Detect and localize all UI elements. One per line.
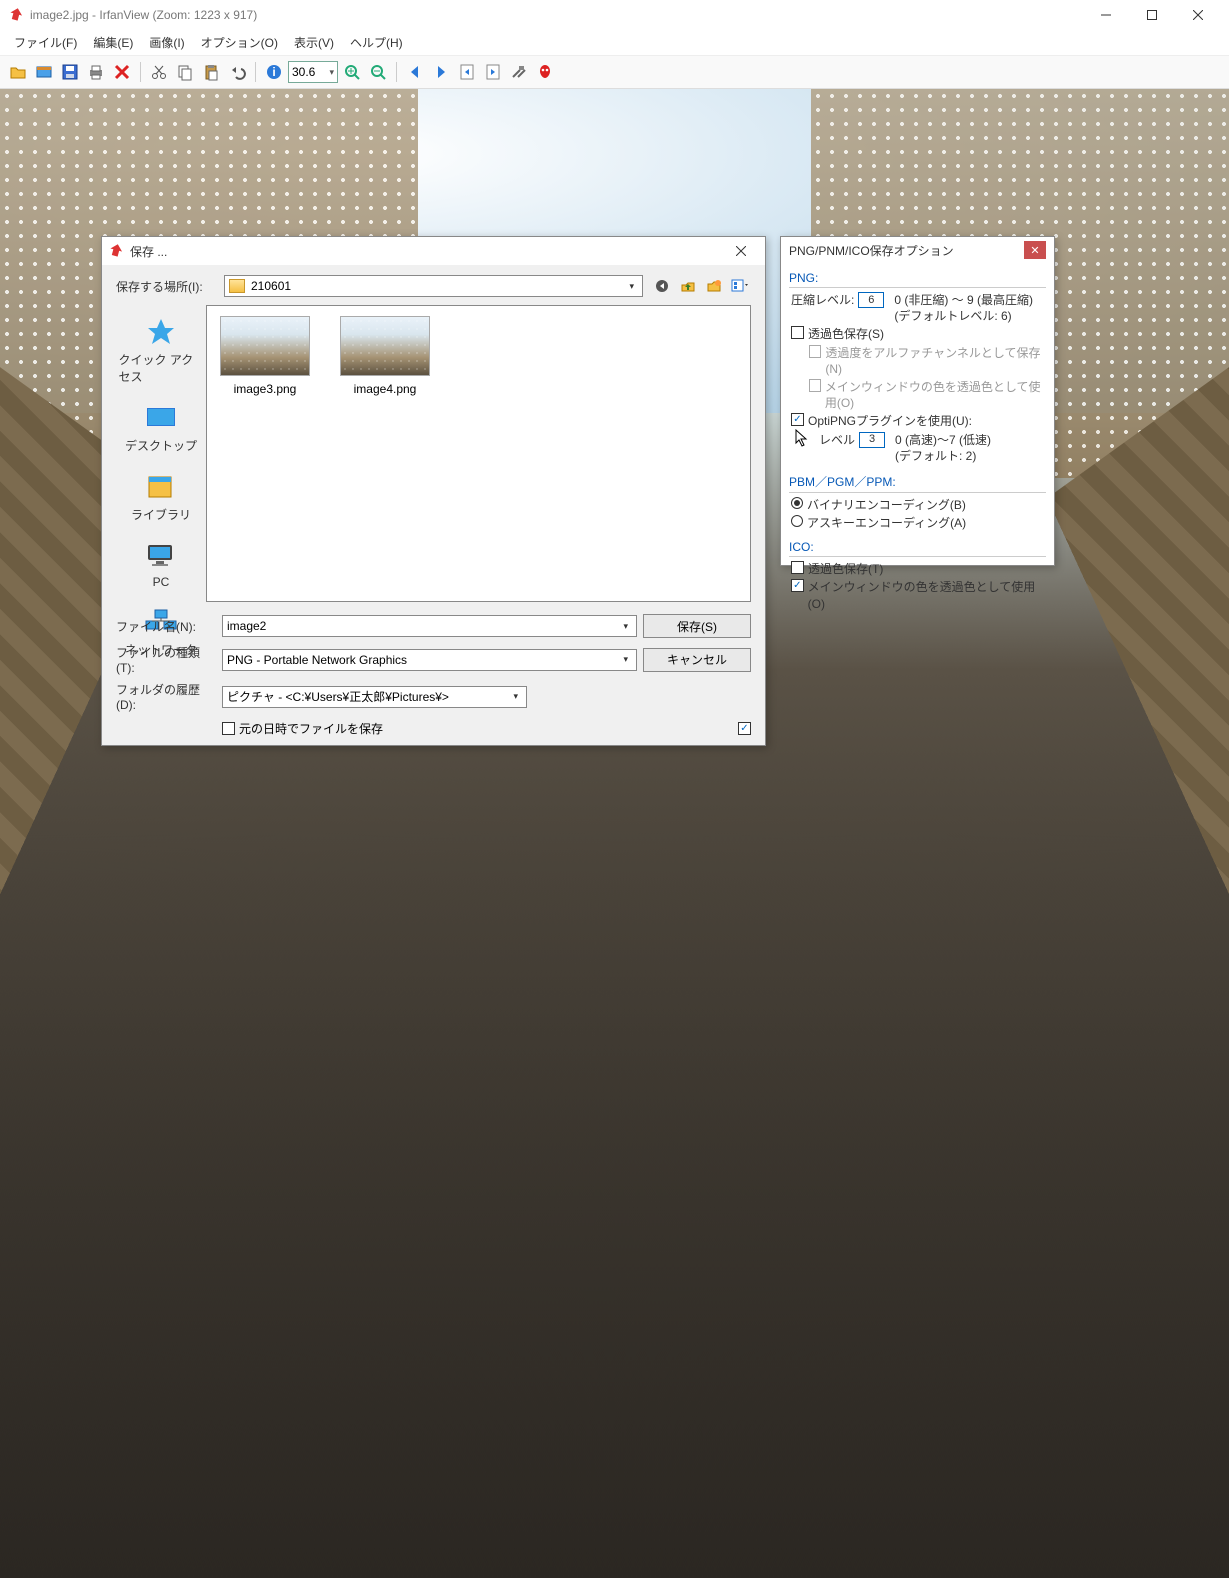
titlebar: image2.jpg - IrfanView (Zoom: 1223 x 917… <box>0 0 1229 30</box>
zoom-in-icon[interactable] <box>340 60 364 84</box>
next-icon[interactable] <box>429 60 453 84</box>
place-desktop[interactable]: デスクトップ <box>119 403 204 454</box>
menu-view[interactable]: 表示(V) <box>286 32 342 53</box>
optipng-checkbox[interactable]: ✓OptiPNGプラグインを使用(U): <box>789 412 1046 430</box>
cancel-button[interactable]: キャンセル <box>643 648 751 672</box>
original-date-checkbox[interactable]: 元の日時でファイルを保存 <box>222 720 383 737</box>
folder-history-combo[interactable]: ピクチャ - <C:¥Users¥正太郎¥Pictures¥>▾ <box>222 686 527 708</box>
cursor-icon <box>795 429 809 449</box>
png-alpha-checkbox: 透過度をアルファチャンネルとして保存(N) <box>789 344 1046 378</box>
nav-back-icon[interactable] <box>651 275 673 297</box>
save-dialog-close-button[interactable] <box>723 239 759 263</box>
save-dialog: 保存 ... 保存する場所(I): 210601 ▾ <box>101 236 766 746</box>
filetype-label: ファイルの種類(T): <box>116 644 216 675</box>
save-location-value: 210601 <box>251 279 291 293</box>
settings-icon[interactable] <box>507 60 531 84</box>
filename-input[interactable]: image2▾ <box>222 615 637 637</box>
dialog-icon <box>108 243 124 259</box>
prev-page-icon[interactable] <box>455 60 479 84</box>
window-title: image2.jpg - IrfanView (Zoom: 1223 x 917… <box>30 8 1083 22</box>
save-button[interactable]: 保存(S) <box>643 614 751 638</box>
file-item[interactable]: image4.png <box>337 316 433 396</box>
copy-icon[interactable] <box>173 60 197 84</box>
places-bar: クイック アクセス デスクトップ ライブラリ PC ネットワーク <box>116 305 206 602</box>
menu-edit[interactable]: 編集(E) <box>85 32 141 53</box>
zoom-input[interactable]: 30.6▾ <box>288 61 338 83</box>
info-icon[interactable]: i <box>262 60 286 84</box>
ico-mainwindow-color-checkbox[interactable]: ✓メインウィンドウの色を透過色として使用(O) <box>789 578 1046 612</box>
irfanview-icon[interactable] <box>533 60 557 84</box>
compression-level-label: 圧縮レベル: <box>791 292 854 308</box>
pnm-ascii-radio[interactable]: アスキーエンコーディング(A) <box>789 514 1046 532</box>
new-folder-icon[interactable] <box>703 275 725 297</box>
next-page-icon[interactable] <box>481 60 505 84</box>
minimize-button[interactable] <box>1083 0 1129 30</box>
ico-group-header: ICO: <box>789 538 1046 557</box>
menubar: ファイル(F) 編集(E) 画像(I) オプション(O) 表示(V) ヘルプ(H… <box>0 30 1229 55</box>
save-options-dialog: PNG/PNM/ICO保存オプション ✕ PNG: 圧縮レベル: 6 0 (非圧… <box>780 236 1055 566</box>
svg-text:i: i <box>272 65 275 79</box>
close-button[interactable] <box>1175 0 1221 30</box>
undo-icon[interactable] <box>225 60 249 84</box>
save-location-label: 保存する場所(I): <box>116 278 216 295</box>
image-viewport[interactable]: 保存 ... 保存する場所(I): 210601 ▾ <box>0 89 1229 1016</box>
toolbar: i 30.6▾ <box>0 55 1229 89</box>
filename-label: ファイル名(N): <box>116 618 216 635</box>
app-icon <box>8 7 24 23</box>
ico-save-transparent-checkbox[interactable]: 透過色保存(T) <box>789 560 1046 578</box>
maximize-button[interactable] <box>1129 0 1175 30</box>
pnm-binary-radio[interactable]: バイナリエンコーディング(B) <box>789 496 1046 514</box>
place-pc[interactable]: PC <box>119 541 204 589</box>
place-libraries[interactable]: ライブラリ <box>119 472 204 523</box>
folder-icon <box>229 279 245 293</box>
file-item[interactable]: image3.png <box>217 316 313 396</box>
slideshow-icon[interactable] <box>32 60 56 84</box>
pnm-group-header: PBM／PGM／PPM: <box>789 471 1046 493</box>
cut-icon[interactable] <box>147 60 171 84</box>
png-group-header: PNG: <box>789 269 1046 288</box>
filetype-combo[interactable]: PNG - Portable Network Graphics▾ <box>222 649 637 671</box>
save-icon[interactable] <box>58 60 82 84</box>
menu-file[interactable]: ファイル(F) <box>6 32 85 53</box>
compression-level-input[interactable]: 6 <box>858 292 884 308</box>
show-options-checkbox[interactable]: ✓ <box>738 722 751 735</box>
delete-icon[interactable] <box>110 60 134 84</box>
open-icon[interactable] <box>6 60 30 84</box>
zoom-out-icon[interactable] <box>366 60 390 84</box>
png-mainwindow-color-checkbox: メインウィンドウの色を透過色として使用(O) <box>789 378 1046 412</box>
place-quick-access[interactable]: クイック アクセス <box>119 317 204 385</box>
print-icon[interactable] <box>84 60 108 84</box>
png-save-transparent-checkbox[interactable]: 透過色保存(S) <box>789 325 1046 343</box>
save-dialog-title: 保存 ... <box>130 243 723 260</box>
file-list[interactable]: image3.png image4.png <box>206 305 751 602</box>
zoom-value: 30.6 <box>292 65 315 79</box>
save-location-combo[interactable]: 210601 ▾ <box>224 275 643 297</box>
paste-icon[interactable] <box>199 60 223 84</box>
menu-image[interactable]: 画像(I) <box>141 32 192 53</box>
prev-icon[interactable] <box>403 60 427 84</box>
nav-up-icon[interactable] <box>677 275 699 297</box>
menu-help[interactable]: ヘルプ(H) <box>342 32 411 53</box>
menu-options[interactable]: オプション(O) <box>193 32 286 53</box>
folder-history-label: フォルダの履歴(D): <box>116 681 216 712</box>
view-menu-icon[interactable] <box>729 275 751 297</box>
optipng-level-label: レベル <box>819 432 855 448</box>
optipng-level-input[interactable]: 3 <box>859 432 885 448</box>
options-dialog-close-button[interactable]: ✕ <box>1024 241 1046 259</box>
options-dialog-title: PNG/PNM/ICO保存オプション <box>789 242 1024 259</box>
